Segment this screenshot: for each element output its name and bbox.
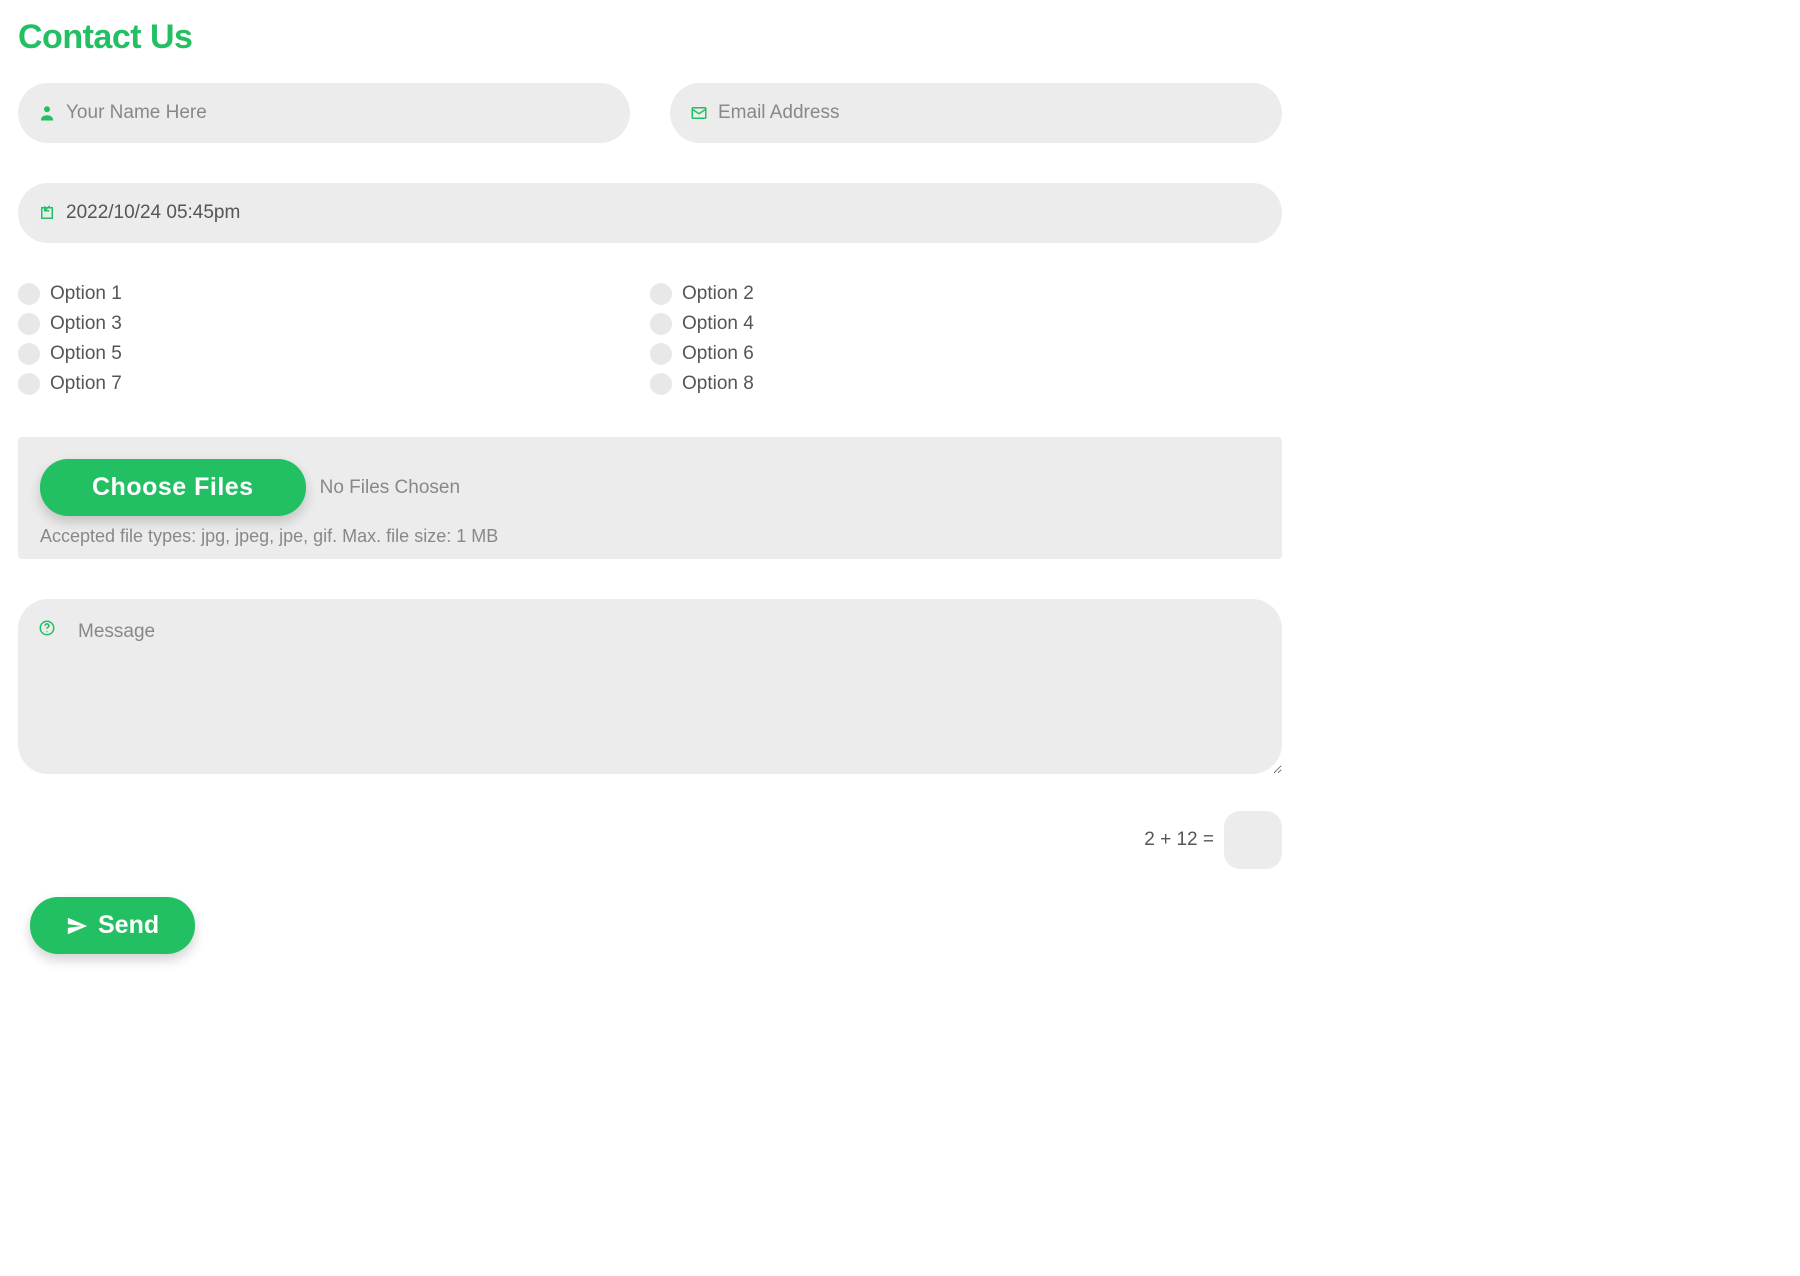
send-icon (66, 915, 88, 937)
checkbox-icon (18, 283, 40, 305)
page-title: Contact Us (18, 18, 1282, 57)
option-3[interactable]: Option 3 (18, 313, 650, 335)
captcha-row: 2 + 12 = (18, 811, 1282, 869)
option-label: Option 6 (682, 343, 754, 365)
checkbox-icon (18, 373, 40, 395)
mail-icon (690, 104, 708, 122)
calendar-icon (38, 204, 56, 222)
checkbox-icon (650, 283, 672, 305)
send-label: Send (98, 911, 159, 940)
datetime-field-wrap[interactable] (18, 183, 1282, 243)
user-icon (38, 104, 56, 122)
option-label: Option 3 (50, 313, 122, 335)
file-upload-section: Choose Files No Files Chosen Accepted fi… (18, 437, 1282, 559)
option-label: Option 2 (682, 283, 754, 305)
option-label: Option 4 (682, 313, 754, 335)
option-1[interactable]: Option 1 (18, 283, 650, 305)
datetime-input[interactable] (66, 202, 1262, 224)
checkbox-icon (650, 373, 672, 395)
help-icon (38, 619, 56, 637)
message-input[interactable] (18, 599, 1282, 774)
message-field-wrap[interactable] (18, 599, 1282, 779)
option-2[interactable]: Option 2 (650, 283, 1282, 305)
option-6[interactable]: Option 6 (650, 343, 1282, 365)
captcha-question: 2 + 12 = (1144, 829, 1214, 851)
checkbox-icon (18, 313, 40, 335)
option-label: Option 7 (50, 373, 122, 395)
choose-files-button[interactable]: Choose Files (40, 459, 306, 516)
checkbox-icon (650, 313, 672, 335)
option-label: Option 8 (682, 373, 754, 395)
option-5[interactable]: Option 5 (18, 343, 650, 365)
option-label: Option 5 (50, 343, 122, 365)
captcha-input[interactable] (1224, 811, 1282, 869)
name-field-wrap[interactable] (18, 83, 630, 143)
name-input[interactable] (66, 102, 610, 124)
option-label: Option 1 (50, 283, 122, 305)
email-input[interactable] (718, 102, 1262, 124)
file-accepted-text: Accepted file types: jpg, jpeg, jpe, gif… (40, 526, 1260, 547)
options-grid: Option 1 Option 2 Option 3 Option 4 Opti… (18, 283, 1282, 395)
option-4[interactable]: Option 4 (650, 313, 1282, 335)
checkbox-icon (18, 343, 40, 365)
send-button[interactable]: Send (30, 897, 195, 954)
checkbox-icon (650, 343, 672, 365)
file-status: No Files Chosen (320, 477, 460, 499)
option-8[interactable]: Option 8 (650, 373, 1282, 395)
email-field-wrap[interactable] (670, 83, 1282, 143)
option-7[interactable]: Option 7 (18, 373, 650, 395)
